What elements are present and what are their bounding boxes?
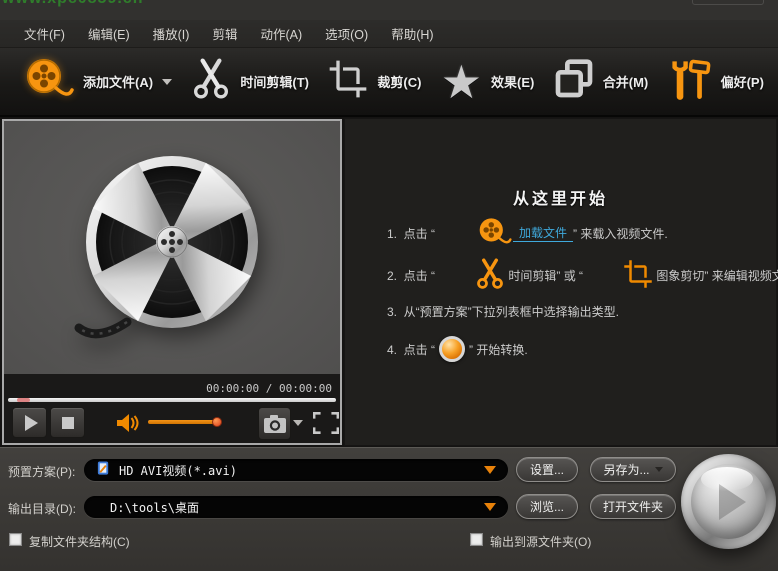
video-preview-panel: 00:00:00 / 00:00:00: [2, 119, 342, 445]
step1-text: 1. 点击 “: [387, 225, 435, 242]
open-folder-button[interactable]: 打开文件夹: [590, 494, 676, 519]
menu-item-file[interactable]: 文件(F): [20, 21, 69, 46]
toolbar-item-effects[interactable]: ★ 效果(E): [441, 62, 535, 102]
preset-label: 预置方案(P):: [8, 463, 75, 480]
app-window: www.xpc0859.cn 文件(F) 编辑(E) 播放(I) 剪辑 动作(A…: [0, 0, 778, 571]
dropdown-arrow-icon: [484, 503, 496, 511]
toolbar-item-preferences[interactable]: 偏好(P): [668, 58, 764, 105]
volume-slider-knob[interactable]: [212, 417, 222, 427]
save-as-button[interactable]: 另存为...: [590, 457, 676, 482]
step1-text-end: ” 来载入视频文件.: [573, 225, 668, 242]
film-reel-placeholder: [69, 150, 275, 346]
toolbar-label-merge: 合并(M): [603, 72, 649, 91]
guide-steps: 1. 点击 “ 加载文件 ” 来载入视频文件. 2.: [387, 215, 770, 369]
save-as-dropdown-icon: [655, 467, 663, 472]
chevron-down-icon[interactable]: [162, 79, 172, 85]
open-folder-button-label: 打开文件夹: [603, 498, 663, 515]
film-reel-icon: [22, 57, 74, 106]
stop-icon: [62, 417, 74, 429]
preset-select[interactable]: HD AVI视频(*.avi): [84, 459, 508, 481]
scissors-icon: [435, 244, 505, 307]
crop-icon: [583, 245, 653, 306]
seek-bar[interactable]: [8, 398, 336, 402]
toolbar: 添加文件(A) 时间剪辑(T) 裁剪(C) ★: [0, 48, 778, 117]
star-icon: ★: [441, 62, 482, 102]
toolbar-item-add-file[interactable]: 添加文件(A): [22, 57, 172, 106]
output-settings-panel: 预置方案(P): HD AVI视频(*.avi) 设置... 另存为... 输出…: [0, 447, 778, 571]
step4-text: 4. 点击 “: [387, 341, 435, 358]
toolbar-item-merge[interactable]: 合并(M): [554, 59, 649, 104]
convert-button-icon: [439, 336, 465, 362]
preset-icon: [96, 460, 111, 481]
step2-text-mid: 时间剪辑” 或 “: [505, 267, 583, 284]
scissors-icon: [191, 58, 231, 105]
toolbar-item-crop[interactable]: 裁剪(C): [328, 59, 421, 104]
browse-button[interactable]: 浏览...: [516, 494, 578, 519]
fullscreen-button[interactable]: [313, 411, 339, 435]
output-dir-value: D:\tools\桌面: [96, 499, 476, 516]
start-guide-panel: 从这里开始 1. 点击 “ 加载文件 ” 来载入视频文件.: [344, 118, 777, 446]
save-as-button-label: 另存为...: [603, 461, 649, 478]
browse-button-label: 浏览...: [530, 498, 564, 515]
player-controls: 00:00:00 / 00:00:00: [4, 374, 340, 443]
menu-item-clip[interactable]: 剪辑: [208, 21, 241, 46]
settings-button-label: 设置...: [530, 461, 564, 478]
menu-bar: 文件(F) 编辑(E) 播放(I) 剪辑 动作(A) 选项(O) 帮助(H): [0, 20, 778, 48]
load-file-link[interactable]: 加载文件: [513, 224, 573, 242]
snapshot-dropdown-icon[interactable]: [293, 420, 303, 426]
guide-step-3: 3. 从“预置方案”下拉列表框中选择输出类型.: [387, 299, 770, 323]
output-dir-label: 输出目录(D):: [8, 500, 76, 517]
window-control-remnant: [692, 0, 764, 5]
guide-step-4: 4. 点击 “ ” 开始转换.: [387, 329, 770, 369]
play-button[interactable]: [12, 407, 47, 438]
video-display: [4, 121, 340, 374]
tools-icon: [668, 58, 712, 105]
toolbar-item-time-clip[interactable]: 时间剪辑(T): [191, 58, 309, 105]
output-source-label: 输出到源文件夹(O): [490, 533, 591, 550]
output-source-checkbox[interactable]: [470, 533, 483, 546]
snapshot-button[interactable]: [258, 407, 291, 440]
step2-text-end: 图象剪切” 来编辑视频文件.: [653, 267, 778, 284]
settings-button[interactable]: 设置...: [516, 457, 578, 482]
dropdown-arrow-icon: [484, 466, 496, 474]
toolbar-label-add-file: 添加文件(A): [83, 72, 153, 91]
volume-icon[interactable]: [116, 412, 142, 439]
titlebar: www.xpc0859.cn: [0, 0, 778, 20]
copy-structure-checkbox[interactable]: [9, 533, 22, 546]
play-icon: [25, 415, 38, 431]
step3-text: 3. 从“预置方案”下拉列表框中选择输出类型.: [387, 303, 619, 320]
menu-item-play[interactable]: 播放(I): [149, 21, 194, 46]
merge-icon: [554, 59, 594, 104]
stop-button[interactable]: [50, 407, 85, 438]
camera-icon: [263, 414, 287, 434]
step2-text: 2. 点击 “: [387, 267, 435, 284]
step4-text-end: ” 开始转换.: [469, 341, 528, 358]
watermark-text: www.xpc0859.cn: [2, 0, 143, 8]
menu-item-action[interactable]: 动作(A): [256, 21, 306, 46]
main-area: 00:00:00 / 00:00:00: [0, 117, 778, 447]
convert-button[interactable]: [681, 454, 776, 549]
output-dir-select[interactable]: D:\tools\桌面: [84, 496, 508, 518]
volume-slider[interactable]: [148, 420, 218, 424]
seek-position-marker[interactable]: [17, 398, 30, 402]
convert-button-highlight: [701, 467, 753, 491]
copy-structure-label: 复制文件夹结构(C): [29, 533, 130, 550]
guide-step-2: 2. 点击 “ 时间剪辑” 或 “: [387, 255, 770, 295]
toolbar-label-time-clip: 时间剪辑(T): [240, 72, 309, 91]
toolbar-label-preferences: 偏好(P): [721, 72, 764, 91]
fullscreen-icon: [313, 412, 339, 434]
time-display: 00:00:00 / 00:00:00: [206, 382, 332, 395]
menu-item-options[interactable]: 选项(O): [321, 21, 372, 46]
menu-item-help[interactable]: 帮助(H): [387, 21, 437, 46]
toolbar-label-effects: 效果(E): [491, 72, 534, 91]
menu-item-edit[interactable]: 编辑(E): [84, 21, 134, 46]
toolbar-label-crop: 裁剪(C): [377, 72, 421, 91]
crop-icon: [328, 59, 368, 104]
preset-value: HD AVI视频(*.avi): [119, 462, 476, 479]
guide-title: 从这里开始: [345, 185, 776, 209]
